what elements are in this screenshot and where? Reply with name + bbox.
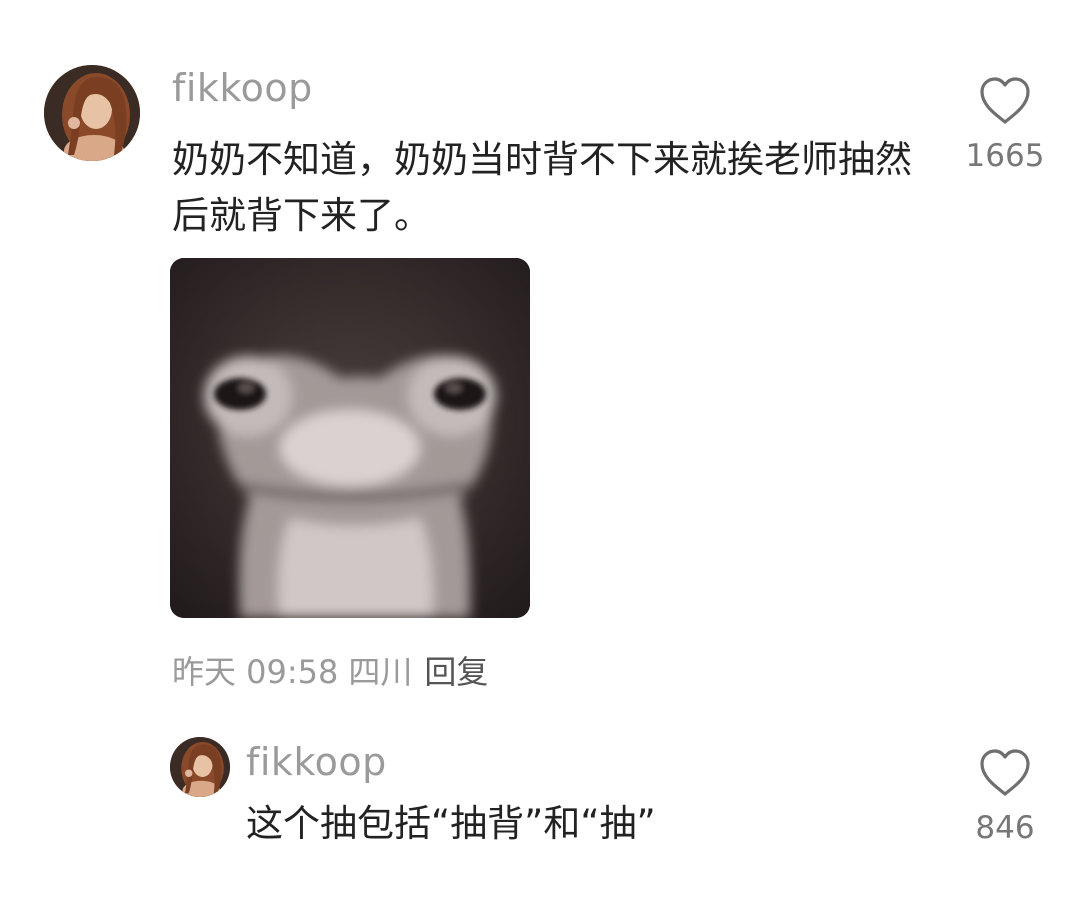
reply-username[interactable]: fikkoop [246, 740, 387, 784]
avatar[interactable] [44, 65, 140, 161]
comment-meta: 昨天 09:58 四川 回复 [172, 647, 488, 693]
frog-meme-image[interactable] [170, 258, 530, 618]
reply-like-count: 846 [975, 810, 1035, 846]
heart-icon[interactable] [978, 76, 1032, 126]
comment-time: 昨天 09:58 [172, 653, 339, 691]
like-count: 1665 [965, 138, 1045, 174]
like-button[interactable]: 1665 [960, 76, 1050, 174]
comment-location: 四川 [348, 653, 413, 691]
reply-text: 这个抽包括“抽背”和“抽” [246, 802, 656, 845]
reply-avatar[interactable] [170, 737, 230, 797]
comment-thread: fikkoop 奶奶不知道，奶奶当时背不下来就挨老师抽然后就背下来了。 昨天 0… [0, 0, 1079, 905]
heart-icon[interactable] [978, 748, 1032, 798]
username[interactable]: fikkoop [172, 66, 313, 110]
reply-like-button[interactable]: 846 [960, 748, 1050, 846]
reply-button[interactable]: 回复 [424, 647, 488, 693]
comment-text: 奶奶不知道，奶奶当时背不下来就挨老师抽然后就背下来了。 [172, 138, 912, 237]
